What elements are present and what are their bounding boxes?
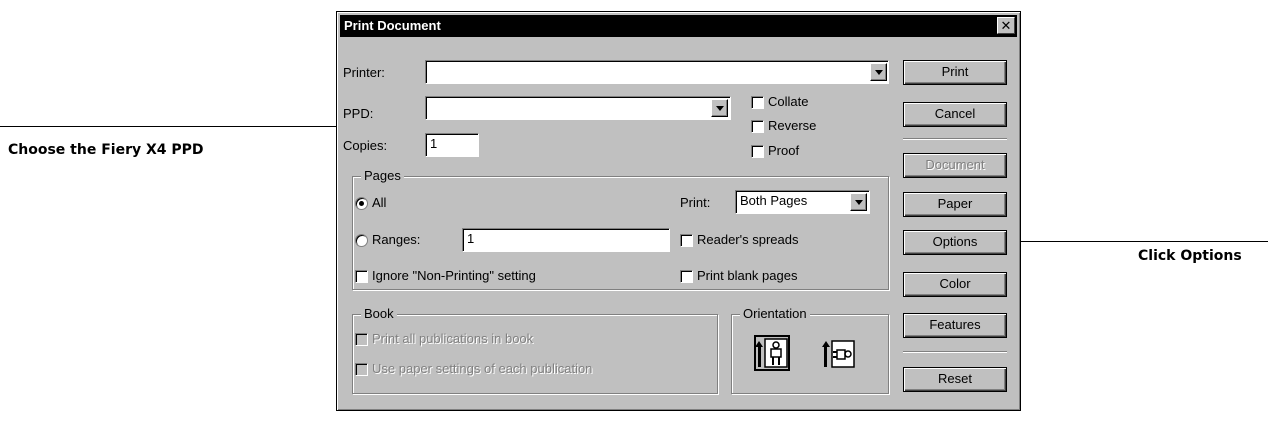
dialog-title: Print Document bbox=[344, 18, 441, 33]
features-button[interactable]: Features bbox=[903, 313, 1007, 338]
button-separator-2 bbox=[903, 351, 1007, 353]
orientation-group: Orientation bbox=[731, 306, 889, 394]
print-all-publications-checkbox bbox=[355, 333, 368, 346]
options-button[interactable]: Options bbox=[903, 230, 1007, 255]
reverse-label: Reverse bbox=[768, 118, 817, 133]
ignore-nonprinting-checkbox[interactable] bbox=[355, 270, 368, 283]
print-label: Print: bbox=[680, 195, 711, 210]
print-pages-dropdown-arrow-icon[interactable] bbox=[850, 193, 867, 211]
pages-group: Pages All Ranges: 1 Ignore "Non-Printing… bbox=[352, 168, 889, 290]
readers-spreads-checkbox[interactable] bbox=[680, 234, 693, 247]
use-paper-settings-checkbox bbox=[355, 363, 368, 376]
close-icon[interactable]: ✕ bbox=[997, 17, 1015, 34]
landscape-orientation-icon[interactable] bbox=[820, 335, 856, 371]
all-label: All bbox=[372, 195, 387, 210]
copies-input[interactable]: 1 bbox=[425, 133, 479, 157]
ppd-select[interactable] bbox=[425, 96, 731, 120]
readers-spreads-label: Reader's spreads bbox=[697, 232, 799, 247]
color-button[interactable]: Color bbox=[903, 272, 1007, 297]
use-paper-settings-label: Use paper settings of each publication bbox=[372, 361, 593, 376]
callout-line-right bbox=[1003, 241, 1268, 242]
ignore-nonprinting-label: Ignore "Non-Printing" setting bbox=[372, 268, 536, 283]
print-button[interactable]: Print bbox=[903, 60, 1007, 85]
proof-label: Proof bbox=[768, 143, 800, 158]
copies-label: Copies: bbox=[343, 138, 388, 153]
ppd-label: PPD: bbox=[343, 106, 374, 121]
printer-select[interactable] bbox=[425, 60, 889, 84]
paper-button[interactable]: Paper bbox=[903, 192, 1007, 217]
button-separator-1 bbox=[903, 138, 1007, 140]
dialog-titlebar: Print Document ✕ bbox=[340, 15, 1017, 37]
cancel-button[interactable]: Cancel bbox=[903, 102, 1007, 127]
print-document-dialog: Print Document ✕ Printer: PPD: Copies: 1… bbox=[336, 11, 1021, 411]
orientation-group-title: Orientation bbox=[740, 306, 810, 322]
pages-group-title: Pages bbox=[361, 168, 404, 184]
collate-checkbox[interactable] bbox=[751, 96, 764, 109]
printer-label: Printer: bbox=[343, 65, 385, 80]
ranges-radio[interactable] bbox=[355, 234, 368, 247]
ranges-input[interactable]: 1 bbox=[462, 228, 670, 252]
reset-button[interactable]: Reset bbox=[903, 367, 1007, 392]
collate-label: Collate bbox=[768, 94, 809, 109]
book-group-title: Book bbox=[361, 306, 397, 322]
book-group: Book Print all publications in book Use … bbox=[352, 306, 718, 394]
proof-checkbox[interactable] bbox=[751, 145, 764, 158]
reverse-checkbox[interactable] bbox=[751, 120, 764, 133]
print-blank-pages-checkbox[interactable] bbox=[680, 270, 693, 283]
ppd-dropdown-arrow-icon[interactable] bbox=[711, 99, 728, 117]
callout-click-options: Click Options bbox=[1138, 248, 1242, 264]
callout-choose-ppd: Choose the Fiery X4 PPD bbox=[8, 142, 204, 158]
portrait-orientation-icon[interactable] bbox=[754, 335, 790, 371]
document-button: Document bbox=[903, 153, 1007, 178]
print-blank-pages-label: Print blank pages bbox=[697, 268, 798, 283]
all-radio[interactable] bbox=[355, 197, 368, 210]
printer-dropdown-arrow-icon[interactable] bbox=[870, 63, 887, 81]
ranges-label: Ranges: bbox=[372, 232, 421, 247]
print-all-publications-label: Print all publications in book bbox=[372, 331, 534, 346]
